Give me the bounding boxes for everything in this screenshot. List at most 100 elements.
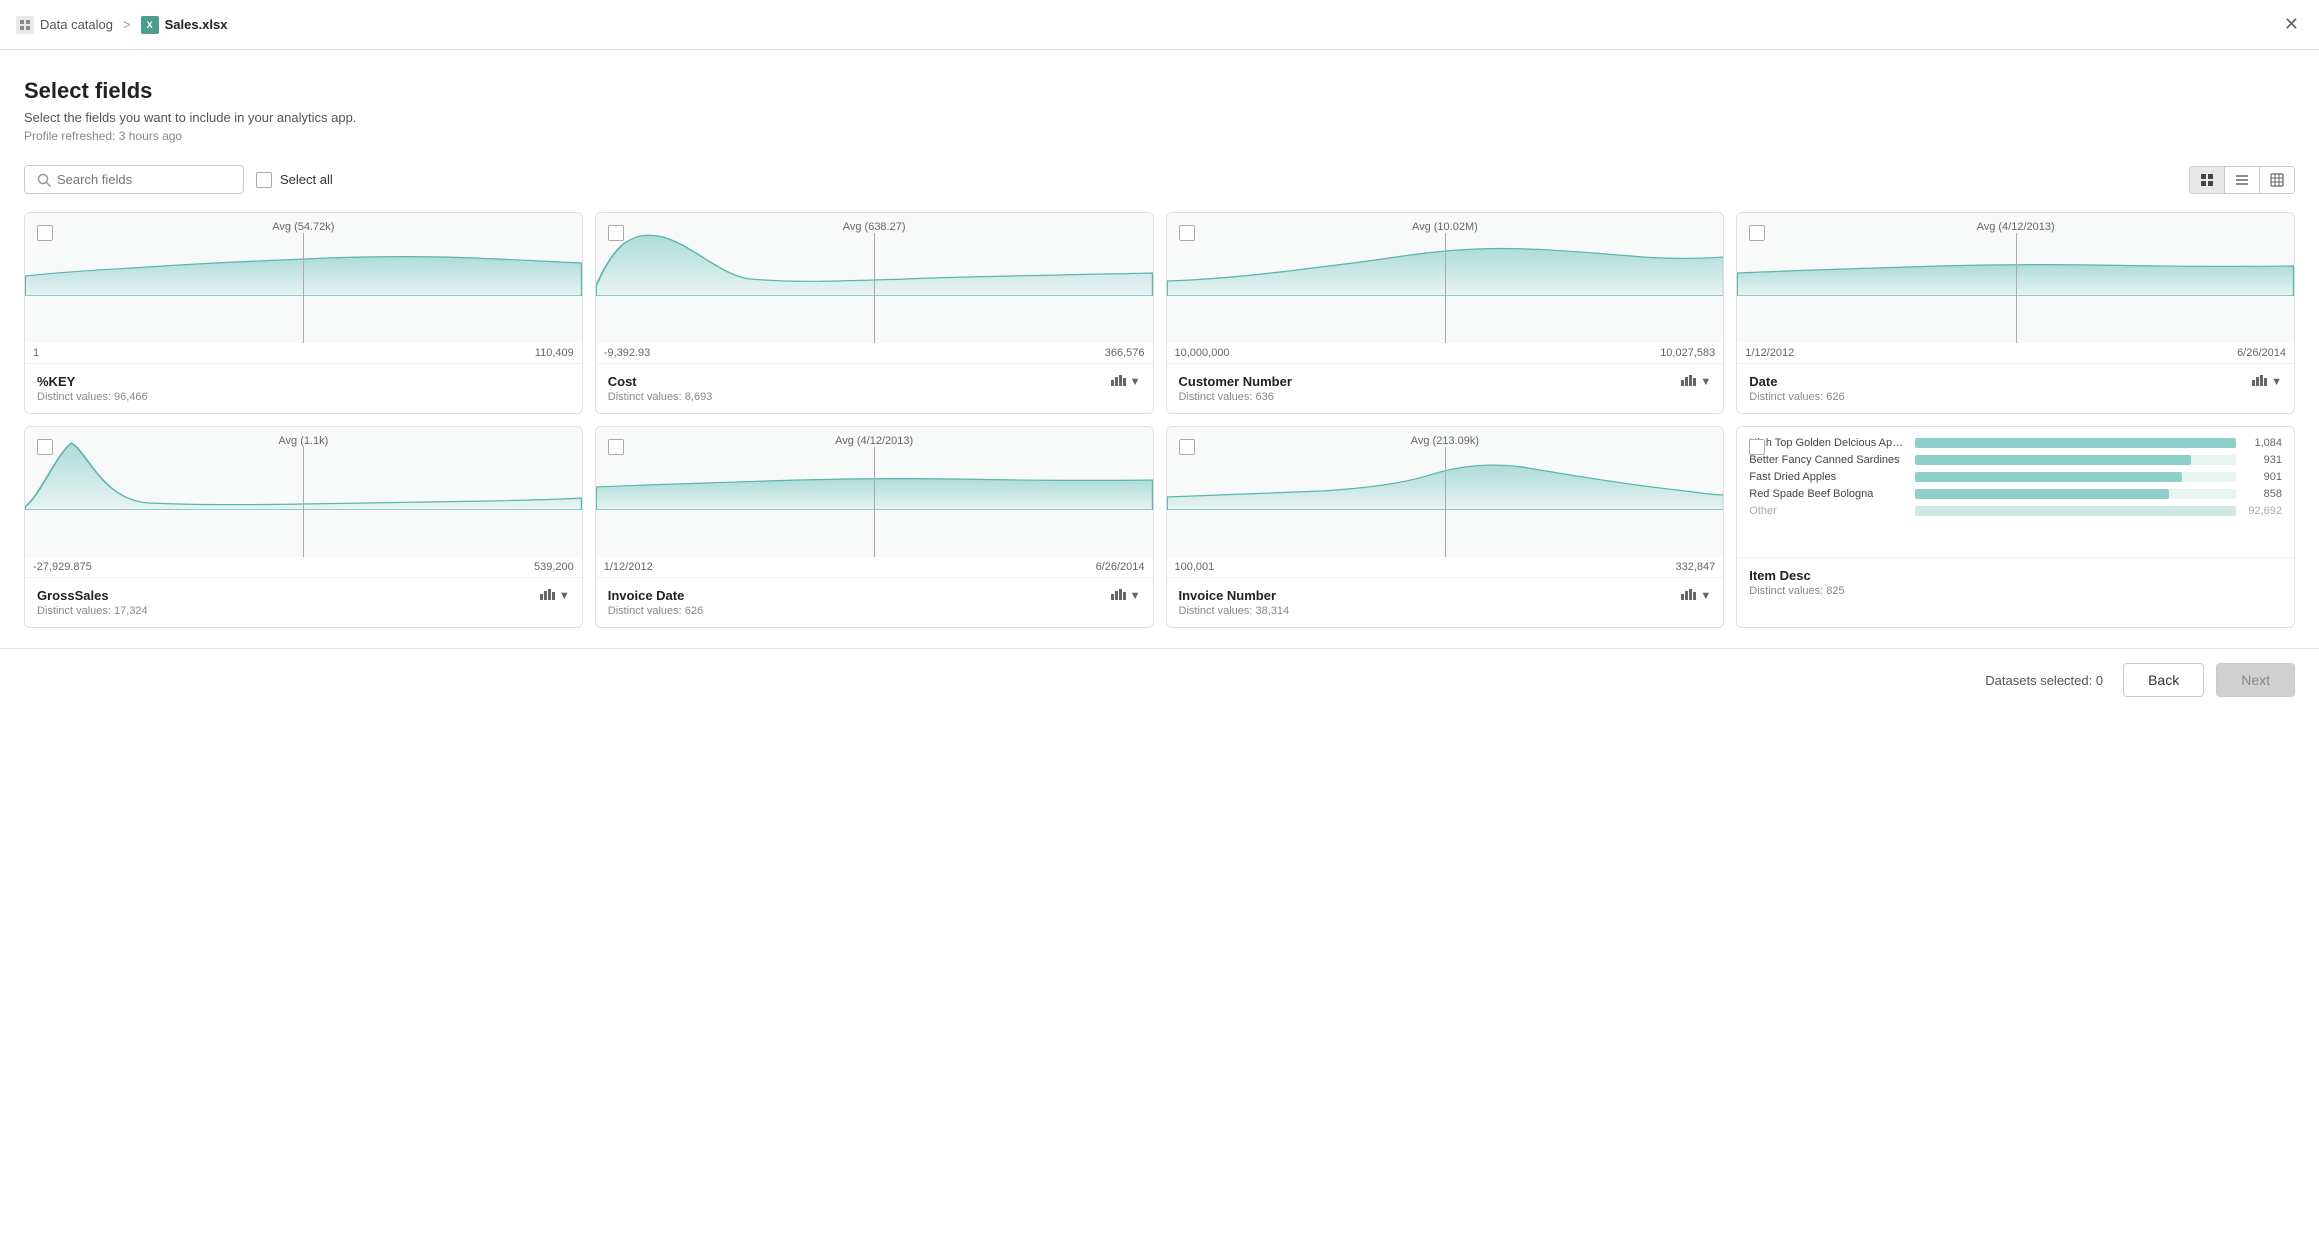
card-actions-gross: ▼ — [539, 588, 570, 603]
card-gross-sales-checkbox[interactable] — [37, 439, 53, 455]
view-toggles — [2189, 166, 2295, 194]
chart-type-icon-gross[interactable] — [539, 588, 555, 603]
chart-avg-line-inv-date — [874, 447, 875, 557]
app-container: Data catalog > X Sales.xlsx ✕ Select fie… — [0, 0, 2319, 1237]
search-box — [24, 165, 244, 194]
dropdown-arrow-inv-date[interactable]: ▼ — [1130, 590, 1141, 602]
card-gross-sales-chart: Avg (1.1k) — [25, 427, 582, 557]
chart-avg-line-customer — [1445, 233, 1446, 343]
chart-range-inv-num: 100,001 332,847 — [1167, 557, 1724, 577]
main-content: Select fields Select the fields you want… — [0, 50, 2319, 648]
card-field-name-gross: GrossSales — [37, 588, 109, 603]
chart-avg-label-inv-date: Avg (4/12/2013) — [835, 435, 913, 447]
search-input[interactable] — [57, 172, 231, 187]
card-distinct-gross: Distinct values: 17,324 — [37, 605, 570, 617]
chart-avg-label-customer: Avg (10.02M) — [1412, 221, 1478, 233]
card-field-name-cost: Cost — [608, 374, 637, 389]
bar-row-3: Fast Dried Apples 901 — [1749, 471, 2282, 483]
dropdown-arrow-gross[interactable]: ▼ — [559, 590, 570, 602]
chart-avg-line — [303, 233, 304, 343]
page-subtitle: Select the fields you want to include in… — [24, 110, 2295, 125]
bar-row-2: Better Fancy Canned Sardines 931 — [1749, 454, 2282, 466]
select-all-wrapper[interactable]: Select all — [256, 172, 333, 188]
back-button[interactable]: Back — [2123, 663, 2204, 697]
card-cost-chart: Avg (638.27) — [596, 213, 1153, 343]
card-date: Avg (4/12/2013) 1/12/2012 6/26/2014 — [1736, 212, 2295, 414]
chart-avg-label-cost: Avg (638.27) — [843, 221, 906, 233]
card-footer-customer: Customer Number ▼ Distinct values: 636 — [1167, 363, 1724, 413]
card-customer-number-checkbox[interactable] — [1179, 225, 1195, 241]
card-distinct-percent-key: Distinct values: 96,466 — [37, 391, 570, 403]
view-table-button[interactable] — [2260, 167, 2294, 193]
card-actions-customer: ▼ — [1680, 374, 1711, 389]
chart-avg-label-inv-num: Avg (213.09k) — [1411, 435, 1479, 447]
chart-type-icon-inv-num[interactable] — [1680, 588, 1696, 603]
card-date-chart: Avg (4/12/2013) — [1737, 213, 2294, 343]
chart-type-icon-cost[interactable] — [1110, 374, 1126, 389]
datasets-info: Datasets selected: 0 — [1985, 673, 2103, 688]
breadcrumb-separator: > — [123, 17, 131, 32]
card-percent-key-checkbox[interactable] — [37, 225, 53, 241]
dropdown-arrow-inv-num[interactable]: ▼ — [1700, 590, 1711, 602]
dropdown-arrow-customer[interactable]: ▼ — [1700, 376, 1711, 388]
chart-type-icon-customer[interactable] — [1680, 374, 1696, 389]
card-footer-gross: GrossSales ▼ Distinct values: 17,324 — [25, 577, 582, 627]
search-icon — [37, 173, 51, 187]
card-distinct-cost: Distinct values: 8,693 — [608, 391, 1141, 403]
card-invoice-number-checkbox[interactable] — [1179, 439, 1195, 455]
bar-row-4: Red Spade Beef Bologna 858 — [1749, 488, 2282, 500]
select-all-checkbox[interactable] — [256, 172, 272, 188]
chart-avg-label-gross: Avg (1.1k) — [278, 435, 328, 447]
dropdown-arrow-cost[interactable]: ▼ — [1130, 376, 1141, 388]
card-invoice-number-chart: Avg (213.09k) — [1167, 427, 1724, 557]
card-footer-date: Date ▼ Distinct values: 626 — [1737, 363, 2294, 413]
chart-range-date: 1/12/2012 6/26/2014 — [1737, 343, 2294, 363]
card-customer-number-chart: Avg (10.02M) — [1167, 213, 1724, 343]
chart-type-icon-date[interactable] — [2251, 374, 2267, 389]
chart-avg-label: Avg (54.72k) — [272, 221, 334, 233]
card-distinct-inv-date: Distinct values: 626 — [608, 605, 1141, 617]
breadcrumb-file[interactable]: X Sales.xlsx — [141, 16, 228, 34]
card-footer-inv-num: Invoice Number ▼ Distinct values: 38,314 — [1167, 577, 1724, 627]
card-actions-date: ▼ — [2251, 374, 2282, 389]
breadcrumb-data-catalog[interactable]: Data catalog — [16, 16, 113, 34]
next-button: Next — [2216, 663, 2295, 697]
card-invoice-date-checkbox[interactable] — [608, 439, 624, 455]
chart-range-inv-date: 1/12/2012 6/26/2014 — [596, 557, 1153, 577]
dropdown-arrow-date[interactable]: ▼ — [2271, 376, 2282, 388]
page-refresh: Profile refreshed: 3 hours ago — [24, 129, 2295, 143]
chart-type-icon-inv-date[interactable] — [1110, 588, 1126, 603]
bar-row-other: Other 92,692 — [1749, 505, 2282, 517]
card-distinct-inv-num: Distinct values: 38,314 — [1179, 605, 1712, 617]
card-field-name-inv-date: Invoice Date — [608, 588, 685, 603]
breadcrumb-bar: Data catalog > X Sales.xlsx ✕ — [0, 0, 2319, 50]
card-date-checkbox[interactable] — [1749, 225, 1765, 241]
card-actions-inv-num: ▼ — [1680, 588, 1711, 603]
chart-range-customer: 10,000,000 10,027,583 — [1167, 343, 1724, 363]
card-distinct-item-desc: Distinct values: 825 — [1749, 585, 2282, 597]
card-percent-key: Avg (54.72k) 1 110,409 %KEY — [24, 212, 583, 414]
card-item-desc-chart: High Top Golden Delcious Apples 1,084 Be… — [1737, 427, 2294, 557]
card-actions-cost: ▼ — [1110, 374, 1141, 389]
card-distinct-customer: Distinct values: 636 — [1179, 391, 1712, 403]
card-invoice-date-chart: Avg (4/12/2013) — [596, 427, 1153, 557]
card-field-name-date: Date — [1749, 374, 1777, 389]
card-invoice-number: Avg (213.09k) 100,001 332,847 Invoic — [1166, 426, 1725, 628]
bottom-bar: Datasets selected: 0 Back Next — [0, 648, 2319, 711]
close-button[interactable]: ✕ — [2280, 10, 2303, 39]
toolbar: Select all — [24, 165, 2295, 194]
card-cost-checkbox[interactable] — [608, 225, 624, 241]
card-field-name-percent-key: %KEY — [37, 374, 75, 389]
card-field-name-item-desc: Item Desc — [1749, 568, 1810, 583]
chart-range-percent-key: 1 110,409 — [25, 343, 582, 363]
bar-row-1: High Top Golden Delcious Apples 1,084 — [1749, 437, 2282, 449]
view-list-button[interactable] — [2225, 167, 2260, 193]
cards-scroll: Avg (54.72k) 1 110,409 %KEY — [24, 212, 2295, 628]
card-customer-number: Avg (10.02M) 10,000,000 10,027,583 C — [1166, 212, 1725, 414]
card-item-desc-checkbox[interactable] — [1749, 439, 1765, 455]
card-footer-percent-key: %KEY Distinct values: 96,466 — [25, 363, 582, 413]
card-actions-inv-date: ▼ — [1110, 588, 1141, 603]
view-grid-button[interactable] — [2190, 167, 2225, 193]
file-icon: X — [141, 16, 159, 34]
card-footer-cost: Cost ▼ Distinct values: 8,693 — [596, 363, 1153, 413]
